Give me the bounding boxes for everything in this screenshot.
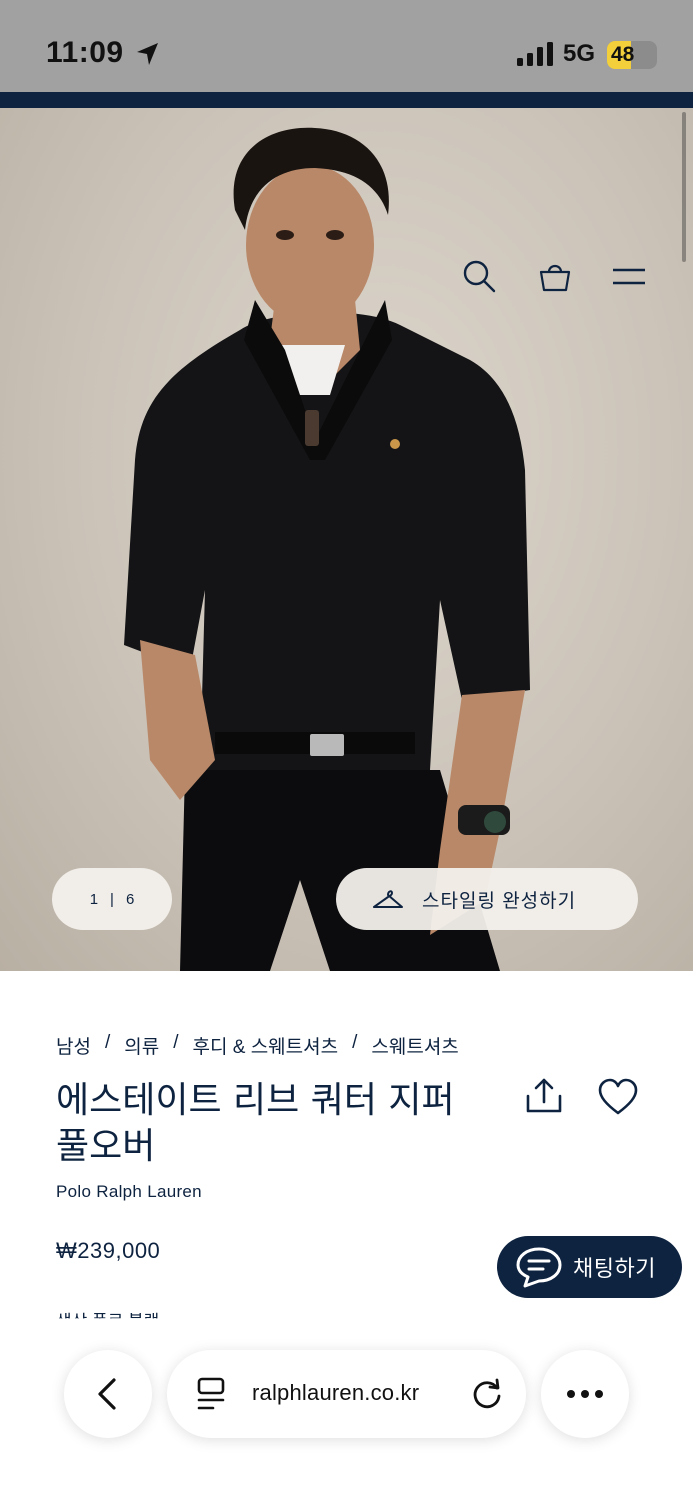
breadcrumb-item-sweatshirts[interactable]: 스웨트셔츠 xyxy=(371,1032,458,1059)
back-chevron-icon xyxy=(98,1378,116,1410)
model-illustration xyxy=(124,127,530,971)
status-time: 11:09 xyxy=(46,36,124,69)
reader-icon[interactable] xyxy=(195,1376,227,1412)
chat-bubble-icon xyxy=(516,1247,562,1288)
more-icon xyxy=(567,1390,603,1398)
status-bar: 11:09 5G 48 xyxy=(0,0,693,92)
breadcrumb-separator: / xyxy=(104,1032,111,1053)
network-label: 5G xyxy=(563,40,596,67)
pager-total: 6 xyxy=(125,890,135,908)
breadcrumb-separator: / xyxy=(173,1032,179,1053)
image-pager: 1 | 6 xyxy=(52,868,172,930)
product-brand: Polo Ralph Lauren xyxy=(56,1182,202,1201)
breadcrumb-item-men[interactable]: 남성 xyxy=(56,1032,91,1059)
location-arrow-icon xyxy=(137,43,158,65)
back-button[interactable] xyxy=(64,1350,152,1438)
chat-button[interactable]: 채팅하기 xyxy=(497,1236,682,1298)
header-strip xyxy=(0,92,693,108)
share-icon[interactable] xyxy=(524,1076,564,1116)
hanger-icon xyxy=(373,890,403,908)
more-button[interactable] xyxy=(541,1350,629,1438)
battery-indicator: 48 xyxy=(607,41,657,69)
breadcrumb-item-hoodies[interactable]: 후디 & 스웨트셔츠 xyxy=(193,1032,339,1059)
signal-icon xyxy=(517,42,553,66)
menu-icon[interactable] xyxy=(611,258,647,294)
heart-icon[interactable] xyxy=(598,1078,638,1116)
complete-styling-button[interactable]: 스타일링 완성하기 xyxy=(336,868,638,930)
breadcrumb-item-clothing[interactable]: 의류 xyxy=(124,1032,159,1059)
battery-percent: 48 xyxy=(611,43,635,66)
url-text: ralphlauren.co.kr xyxy=(252,1380,420,1405)
chat-button-label: 채팅하기 xyxy=(573,1256,656,1281)
pager-separator: | xyxy=(110,890,114,908)
product-price: ₩239,000 xyxy=(56,1238,161,1263)
pager-current: 1 xyxy=(89,890,99,908)
complete-styling-label: 스타일링 완성하기 xyxy=(422,890,577,912)
product-title: 에스테이트 리브 쿼터 지퍼 풀오버 xyxy=(56,1080,455,1167)
search-icon[interactable] xyxy=(461,258,497,294)
bag-icon[interactable] xyxy=(537,258,573,294)
page-scrollbar[interactable] xyxy=(682,112,686,262)
breadcrumb-separator: / xyxy=(352,1032,358,1053)
reload-icon[interactable] xyxy=(469,1376,505,1412)
product-image[interactable] xyxy=(0,108,693,971)
breadcrumb: 남성 / 의류 / 후디 & 스웨트셔츠 / 스웨트셔츠 xyxy=(56,1032,459,1059)
